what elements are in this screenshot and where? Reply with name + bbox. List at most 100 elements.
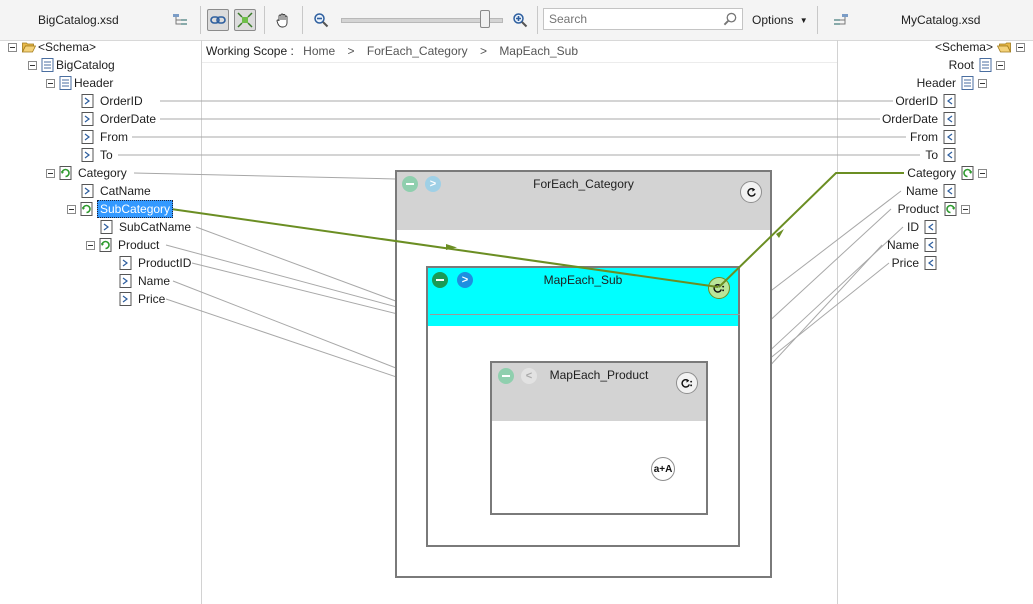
collapse-button[interactable]: [432, 272, 448, 288]
collapse-toggle[interactable]: [978, 78, 987, 88]
left-tree-to[interactable]: To: [81, 147, 115, 163]
left-tree-schema[interactable]: <Schema>: [4, 39, 98, 55]
record-icon: [961, 76, 974, 90]
right-tree-root[interactable]: Root: [947, 57, 1009, 73]
field-element-icon: [81, 130, 94, 144]
tree-label: ProductID: [138, 256, 192, 270]
collapse-toggle[interactable]: [8, 42, 17, 52]
collapse-button[interactable]: [498, 368, 514, 384]
tree-label: Category: [907, 166, 956, 180]
loop-icon: [713, 283, 725, 293]
field-element-icon: [81, 184, 94, 198]
tree-label: Name: [138, 274, 171, 288]
collapse-toggle[interactable]: [1016, 42, 1025, 52]
left-tree-name[interactable]: Name: [119, 273, 172, 289]
tree-label: From: [100, 130, 128, 144]
folder-open-icon: [997, 42, 1012, 53]
enter-scope-button[interactable]: >: [457, 272, 473, 288]
field-element-icon: [924, 220, 937, 234]
right-tree-category[interactable]: Category: [905, 165, 991, 181]
scope-inner-divider: [430, 314, 740, 315]
left-tree-category[interactable]: Category: [42, 165, 129, 181]
collapse-toggle[interactable]: [67, 204, 76, 214]
tree-label: ID: [907, 220, 919, 234]
tree-label: SubCatName: [119, 220, 192, 234]
product-iteration-functoid[interactable]: [676, 372, 698, 394]
tree-label: OrderID: [895, 94, 938, 108]
collapse-button[interactable]: [402, 176, 418, 192]
iteration-functoid[interactable]: [740, 181, 762, 203]
record-icon: [979, 58, 992, 72]
left-tree-product[interactable]: Product: [82, 237, 161, 253]
looping-record-icon: [944, 202, 957, 216]
right-tree-product[interactable]: Product: [896, 201, 974, 217]
mapeach-sub-title: MapEach_Sub: [543, 273, 623, 287]
left-tree-orderid[interactable]: OrderID: [81, 93, 145, 109]
right-tree-header[interactable]: Header: [915, 75, 991, 91]
record-icon: [41, 58, 54, 72]
tree-label: <Schema>: [934, 40, 993, 54]
right-tree-to[interactable]: To: [923, 147, 956, 163]
right-tree-price[interactable]: Price: [890, 255, 937, 271]
right-tree-schema[interactable]: <Schema>: [933, 39, 1029, 55]
left-tree-price[interactable]: Price: [119, 291, 167, 307]
collapse-toggle[interactable]: [86, 240, 95, 250]
right-tree-orderdate[interactable]: OrderDate: [880, 111, 956, 127]
looping-record-icon: [961, 166, 974, 180]
field-element-icon: [119, 256, 132, 270]
chevron-right-icon: >: [429, 178, 437, 190]
left-tree-productid[interactable]: ProductID: [119, 255, 193, 271]
tree-label: Header: [916, 76, 956, 90]
tree-label: <Schema>: [38, 40, 97, 54]
tree-label: Product: [897, 202, 939, 216]
chevron-left-icon: <: [525, 370, 533, 382]
right-tree-id[interactable]: ID: [905, 219, 937, 235]
string-concat-functoid[interactable]: a+A: [651, 457, 675, 481]
left-tree-bigcatalog[interactable]: BigCatalog: [24, 57, 117, 73]
collapse-toggle[interactable]: [978, 168, 987, 178]
looping-record-icon: [99, 238, 112, 252]
left-tree-header[interactable]: Header: [42, 75, 115, 91]
chevron-right-icon: >: [461, 274, 469, 286]
field-element-icon: [119, 292, 132, 306]
tree-label: Price: [891, 256, 919, 270]
field-element-icon: [943, 148, 956, 162]
right-tree-name[interactable]: Name: [904, 183, 956, 199]
tree-label: To: [925, 148, 938, 162]
link-subcatname-to-scope[interactable]: [195, 226, 429, 314]
tree-label: Price: [138, 292, 166, 306]
tree-label: Name: [905, 184, 938, 198]
collapse-toggle[interactable]: [46, 168, 55, 178]
exit-scope-button[interactable]: <: [521, 368, 537, 384]
link-category-to-foreach[interactable]: [133, 172, 397, 180]
field-element-icon: [119, 274, 132, 288]
right-tree-from[interactable]: From: [908, 129, 956, 145]
right-tree-orderid[interactable]: OrderID: [893, 93, 956, 109]
left-tree-subcategory[interactable]: SubCategory: [63, 200, 174, 218]
field-element-icon: [81, 148, 94, 162]
field-element-icon: [943, 112, 956, 126]
collapse-toggle[interactable]: [28, 60, 37, 70]
mapeach-product-scope[interactable]: MapEach_Product <: [490, 361, 708, 515]
collapse-toggle[interactable]: [996, 60, 1005, 70]
right-tree-product-name[interactable]: Name: [885, 237, 937, 253]
left-tree-catname[interactable]: CatName: [81, 183, 153, 199]
collapse-toggle[interactable]: [961, 204, 970, 214]
field-element-icon: [943, 184, 956, 198]
tree-label: From: [910, 130, 938, 144]
tree-label-selected: SubCategory: [97, 200, 174, 218]
left-tree-from[interactable]: From: [81, 129, 130, 145]
tree-label: Product: [118, 238, 160, 252]
tree-label: Category: [78, 166, 127, 180]
mass-copy-functoid[interactable]: [708, 277, 730, 299]
collapse-toggle[interactable]: [46, 78, 55, 88]
left-tree-subcatname[interactable]: SubCatName: [100, 219, 193, 235]
tree-label: Name: [886, 238, 919, 252]
field-element-icon: [943, 94, 956, 108]
tree-label: OrderID: [100, 94, 143, 108]
left-tree-orderdate[interactable]: OrderDate: [81, 111, 158, 127]
field-element-icon: [924, 238, 937, 252]
enter-scope-button[interactable]: >: [425, 176, 441, 192]
foreach-category-title: ForEach_Category: [533, 177, 634, 191]
folder-open-icon: [21, 42, 36, 53]
